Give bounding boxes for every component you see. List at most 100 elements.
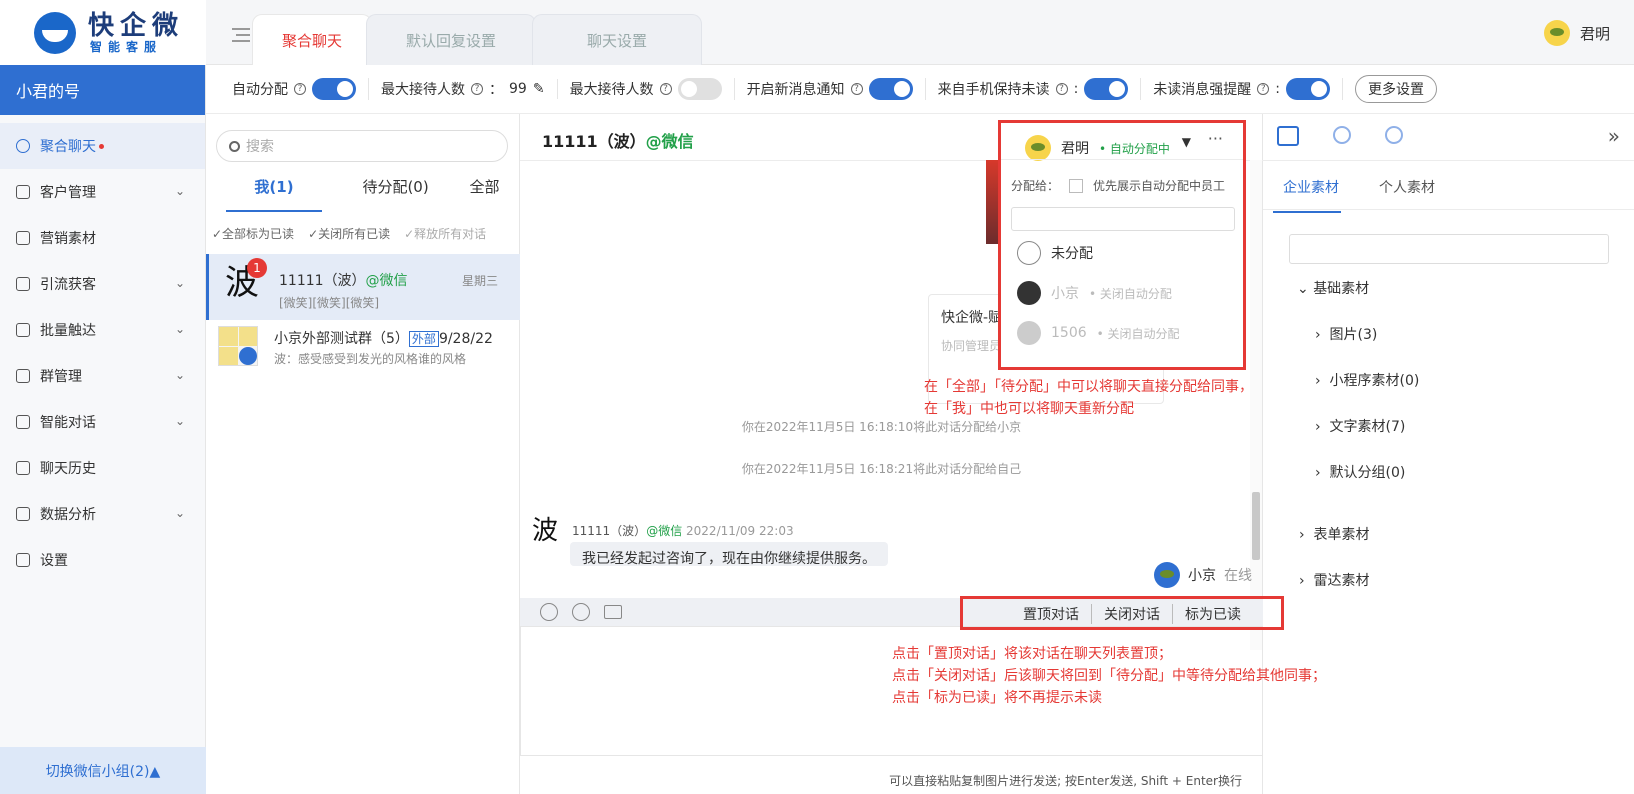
new-msg-notify-toggle[interactable] [868, 78, 913, 100]
list-item[interactable]: 波 1 11111（波）@微信 [微笑][微笑][微笑] 星期三 [206, 254, 520, 320]
help-icon[interactable]: ? [659, 83, 672, 95]
folder-icon[interactable] [1277, 126, 1299, 146]
person-icon[interactable] [1333, 126, 1351, 144]
conv-name: 小京外部测试群（5） [274, 331, 409, 347]
chevron-right-icon: › [1299, 527, 1314, 543]
sidebar-item-batch-reach[interactable]: 批量触达 ⌄ [0, 307, 205, 353]
sidebar-item-groups[interactable]: 群管理 ⌄ [0, 353, 205, 399]
tab-aggregate-chat[interactable]: 聚合聊天 [252, 14, 372, 65]
sidebar-item-aggregate-chat[interactable]: 聚合聊天 [0, 123, 205, 169]
tree-node[interactable]: › 小程序素材(0) [1315, 370, 1419, 390]
brand-logo: 快企微 智能客服 [0, 0, 206, 65]
user-name: 君明 [1579, 24, 1610, 43]
assign-option[interactable]: 1506 • 关闭自动分配 [1017, 321, 1180, 345]
tab-personal-material[interactable]: 个人素材 [1379, 177, 1435, 197]
assign-to-label: 分配给： [1011, 179, 1060, 193]
tree-node[interactable]: › 雷达素材 [1299, 570, 1370, 590]
history-icon [16, 461, 30, 475]
message-bubble: 我已经发起过咨询了，现在由你继续提供服务。 [570, 542, 888, 566]
avatar [1154, 562, 1180, 588]
assign-option[interactable]: 未分配 [1017, 241, 1093, 265]
sidebar-item-acquisition[interactable]: 引流获客 ⌄ [0, 261, 205, 307]
tab-enterprise-material[interactable]: 企业素材 [1273, 177, 1341, 213]
annotation-note: 在「全部」「待分配」中可以将聊天直接分配给同事， 在「我」中也可以将聊天重新分配 [924, 379, 1253, 417]
sidebar-item-customers[interactable]: 客户管理 ⌄ [0, 169, 205, 215]
unread-dot [99, 143, 104, 149]
radar-icon[interactable] [1385, 126, 1403, 144]
more-icon[interactable]: ··· [1208, 129, 1223, 148]
chevron-right-icon: › [1315, 373, 1330, 389]
emoji-icon[interactable] [540, 603, 558, 621]
account-name[interactable]: 小君的号 [0, 65, 205, 115]
assign-current: 君明 • 自动分配中 [1025, 135, 1170, 161]
tab-chat-settings[interactable]: 聊天设置 [532, 14, 702, 65]
gear-icon [16, 553, 30, 567]
mark-all-read-action[interactable]: ✓全部标为已读 [212, 225, 294, 242]
close-all-read-action[interactable]: ✓关闭所有已读 [308, 225, 390, 242]
sidebar-item-history[interactable]: 聊天历史 [0, 445, 205, 491]
help-icon[interactable]: ? [1055, 83, 1068, 95]
avatar [1017, 281, 1041, 305]
tab-pending[interactable]: 待分配(0) [362, 176, 428, 212]
heart-icon[interactable] [572, 603, 590, 621]
avatar: 波 [532, 516, 559, 546]
sidebar: 小君的号 聚合聊天 客户管理 ⌄ 营销素材 引流获客 ⌄ 批量触达 ⌄ 群管理 ⌄ 智能… [0, 65, 206, 794]
tab-all[interactable]: 全部 [470, 176, 500, 212]
chart-icon [16, 507, 30, 521]
tree-node[interactable]: ⌄ 基础素材 [1297, 278, 1369, 298]
chevron-down-icon: ⌄ [174, 506, 185, 520]
assign-search-input[interactable] [1011, 207, 1235, 231]
auto-assign-toggle[interactable] [312, 78, 356, 100]
help-icon[interactable]: ? [471, 83, 483, 95]
priority-checkbox[interactable] [1069, 178, 1084, 193]
conv-preview: 波：感受感受到发光的风格谁的风格 [274, 352, 467, 366]
list-item[interactable]: 小京外部测试群（5） 外部 9/28/22 波：感受感受到发光的风格谁的风格 [206, 320, 520, 386]
sidebar-item-marketing[interactable]: 营销素材 [0, 215, 205, 261]
brand-name: 快企微 [88, 10, 185, 41]
menu-icon[interactable] [232, 28, 250, 42]
sidebar-item-analytics[interactable]: 数据分析 ⌄ [0, 491, 205, 537]
bulb-icon [16, 415, 30, 429]
release-all-action[interactable]: ✓释放所有对话 [404, 225, 486, 242]
max-receive-value: 99 [509, 81, 527, 97]
tab-mine[interactable]: 我(1) [226, 176, 322, 212]
folder-icon[interactable] [604, 605, 622, 619]
brand-tagline: 智能客服 [90, 39, 163, 54]
more-settings-button[interactable]: 更多设置 [1355, 75, 1437, 103]
tab-default-reply[interactable]: 默认回复设置 [366, 14, 536, 65]
help-icon[interactable]: ? [850, 83, 863, 95]
input-hint: 可以直接粘贴复制图片进行发送; 按Enter发送, Shift + Enter换… [889, 774, 1242, 788]
tree-node[interactable]: › 图片(3) [1315, 324, 1377, 344]
search-input[interactable]: 搜索 [216, 130, 508, 162]
tree-node[interactable]: › 默认分组(0) [1315, 462, 1405, 482]
user-add-icon [16, 277, 30, 291]
chevron-down-icon: ⌄ [174, 414, 185, 428]
help-icon[interactable]: ? [294, 83, 306, 95]
top-tab-bar: 聚合聊天 默认回复设置 聊天设置 君明 [206, 0, 1634, 65]
unread-badge: 1 [247, 258, 267, 278]
phone-unread-toggle[interactable] [1084, 78, 1129, 100]
switch-group-button[interactable]: 切换微信小组(2)▲ [0, 747, 206, 794]
conv-time: 9/28/22 [438, 331, 493, 347]
edit-icon[interactable]: ✎ [533, 81, 545, 97]
sidebar-item-settings[interactable]: 设置 [0, 537, 205, 583]
help-icon[interactable]: ? [1257, 83, 1270, 95]
group-avatar [218, 326, 258, 366]
scrollbar-thumb[interactable] [1252, 492, 1260, 560]
material-search-input[interactable] [1289, 234, 1609, 264]
collapse-icon[interactable]: » [1608, 124, 1620, 148]
max-receive-toggle[interactable] [677, 78, 722, 100]
group-icon [16, 369, 30, 383]
tree-node[interactable]: › 表单素材 [1299, 524, 1370, 544]
caret-down-icon[interactable]: ▼ [1182, 135, 1191, 149]
avatar [1543, 20, 1570, 46]
chat-icon [16, 139, 30, 153]
tree-node[interactable]: › 文字素材(7) [1315, 416, 1405, 436]
conv-preview: [微笑][微笑][微笑] [279, 296, 380, 310]
assign-option[interactable]: 小京 • 关闭自动分配 [1017, 281, 1172, 305]
chevron-down-icon: ⌄ [1297, 281, 1314, 297]
sidebar-item-smart-dialog[interactable]: 智能对话 ⌄ [0, 399, 205, 445]
user-menu[interactable]: 君明 [1543, 20, 1610, 46]
agent-status: 小京 在线 [1154, 562, 1252, 588]
unread-remind-toggle[interactable] [1286, 78, 1330, 100]
